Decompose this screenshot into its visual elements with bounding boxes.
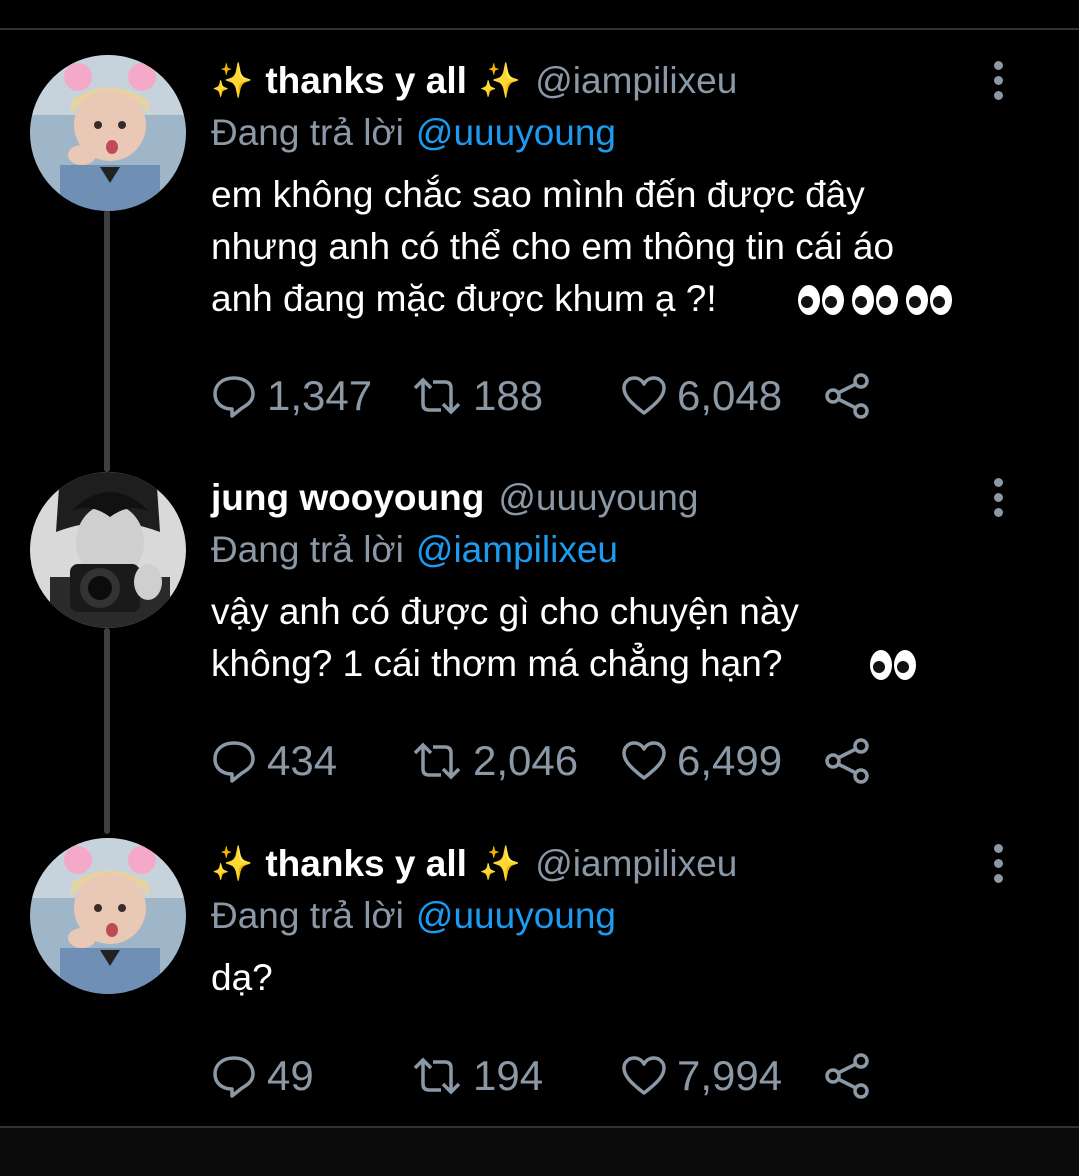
reply-button[interactable]: 1,347 xyxy=(211,366,372,426)
display-name[interactable]: jung wooyoung xyxy=(211,477,484,519)
heart-icon xyxy=(622,376,666,415)
replying-prefix: Đang trả lời xyxy=(211,895,404,936)
retweet-count: 2,046 xyxy=(473,737,579,784)
reply-count: 49 xyxy=(267,1052,314,1099)
sparkles-emoji: ✨ xyxy=(211,845,254,883)
replying-to: Đang trả lời @uuuyoung xyxy=(211,107,1011,159)
reply-count: 434 xyxy=(267,737,338,784)
share-icon xyxy=(825,373,869,419)
replying-prefix: Đang trả lời xyxy=(211,112,404,153)
top-divider xyxy=(0,28,1079,30)
sparkles-emoji: ✨ xyxy=(478,62,522,100)
display-name[interactable]: thanks y all xyxy=(265,843,467,885)
share-button[interactable] xyxy=(823,1046,881,1106)
tweet-actions: 434 2,046 6,499 xyxy=(211,731,891,791)
reply-button[interactable]: 434 xyxy=(211,731,337,791)
like-count: 6,499 xyxy=(677,737,783,784)
thread-connector-line xyxy=(104,628,110,834)
like-button[interactable]: 6,499 xyxy=(621,731,782,791)
eyes-emoji-group xyxy=(791,283,953,317)
retweet-button[interactable]: 194 xyxy=(411,1046,543,1106)
handle[interactable]: @iampilixeu xyxy=(535,60,737,102)
retweet-icon xyxy=(413,1057,461,1095)
avatar[interactable] xyxy=(30,472,186,628)
tweet-text-block: em không chắc sao mình đến được đây nhưn… xyxy=(211,169,1011,325)
eyes-emoji xyxy=(798,285,844,315)
share-icon xyxy=(825,1053,869,1099)
retweet-button[interactable]: 188 xyxy=(411,366,543,426)
bottom-strip xyxy=(0,1128,1079,1176)
heart-icon xyxy=(622,1056,666,1095)
like-button[interactable]: 6,048 xyxy=(621,366,782,426)
handle[interactable]: @iampilixeu xyxy=(535,843,737,885)
avatar[interactable] xyxy=(30,55,186,211)
tweet-text-block: vậy anh có được gì cho chuyện này không?… xyxy=(211,586,1011,690)
reply-icon xyxy=(213,741,255,783)
eyes-emoji xyxy=(906,285,952,315)
share-icon xyxy=(825,738,869,784)
retweet-count: 194 xyxy=(473,1052,544,1099)
heart-icon xyxy=(622,741,666,780)
reply-icon xyxy=(213,1056,255,1098)
avatar[interactable] xyxy=(30,838,186,994)
more-vertical-icon[interactable] xyxy=(986,55,1010,115)
replying-to: Đang trả lời @iampilixeu xyxy=(211,524,1011,576)
retweet-icon xyxy=(413,377,461,415)
mention-link[interactable]: @uuuyoung xyxy=(416,895,616,937)
mention-link[interactable]: @uuuyoung xyxy=(416,112,616,154)
tweet-text: dạ? xyxy=(211,957,273,998)
like-count: 6,048 xyxy=(677,372,783,419)
mention-link[interactable]: @iampilixeu xyxy=(416,529,618,571)
display-name[interactable]: thanks y all xyxy=(265,60,467,102)
replying-prefix: Đang trả lời xyxy=(211,529,404,570)
eyes-emoji xyxy=(870,650,916,680)
tweet-actions: 1,347 188 6,048 xyxy=(211,366,891,426)
reply-icon xyxy=(213,376,255,418)
like-count: 7,994 xyxy=(677,1052,783,1099)
like-button[interactable]: 7,994 xyxy=(621,1046,782,1106)
more-vertical-icon[interactable] xyxy=(986,838,1010,898)
eyes-emoji-group xyxy=(863,648,917,682)
retweet-icon xyxy=(413,742,461,780)
reply-button[interactable]: 49 xyxy=(211,1046,314,1106)
handle[interactable]: @uuuyoung xyxy=(498,477,698,519)
reply-count: 1,347 xyxy=(267,372,373,419)
replying-to: Đang trả lời @uuuyoung xyxy=(211,890,1011,942)
retweet-count: 188 xyxy=(473,372,544,419)
sparkles-emoji: ✨ xyxy=(478,845,522,883)
share-button[interactable] xyxy=(823,731,881,791)
share-button[interactable] xyxy=(823,366,881,426)
retweet-button[interactable]: 2,046 xyxy=(411,731,578,791)
sparkles-emoji: ✨ xyxy=(211,62,254,100)
tweet-actions: 49 194 7,994 xyxy=(211,1046,891,1106)
eyes-emoji xyxy=(852,285,898,315)
thread-connector-line xyxy=(104,210,110,472)
more-vertical-icon[interactable] xyxy=(986,472,1010,532)
